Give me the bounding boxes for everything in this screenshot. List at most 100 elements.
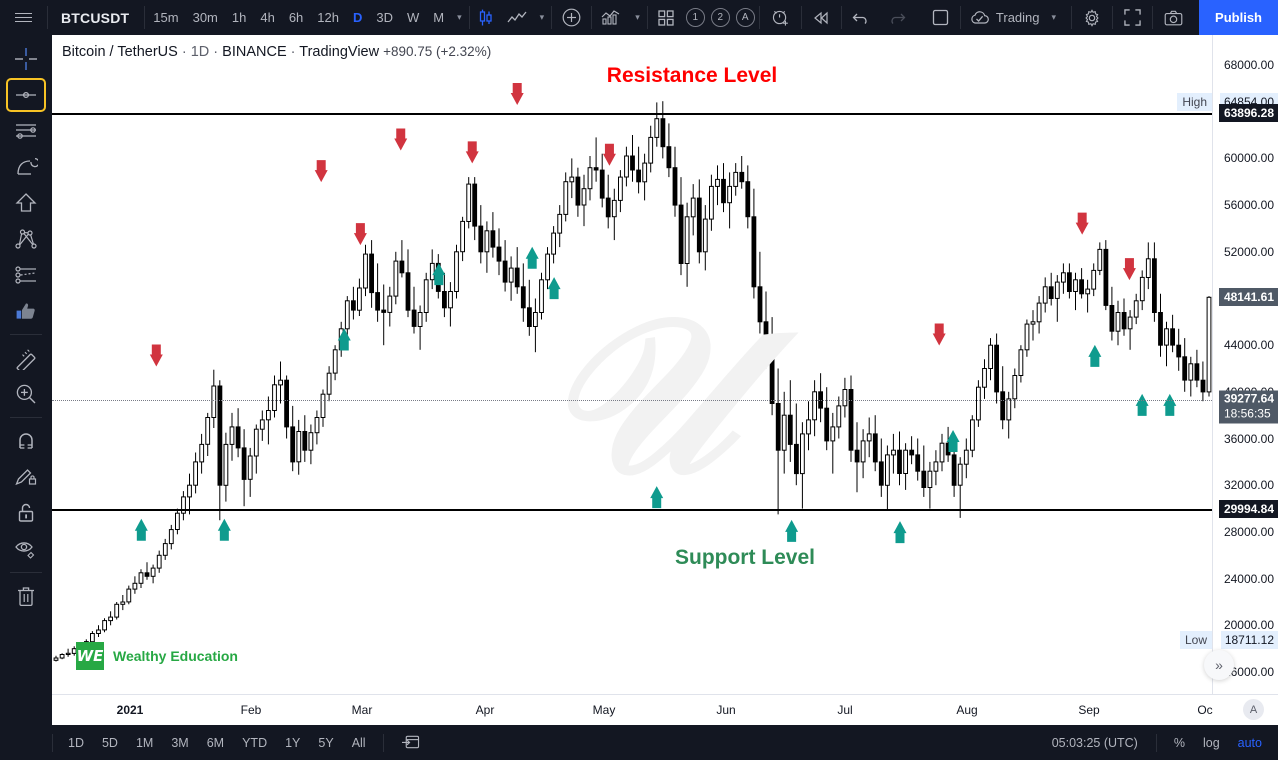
scroll-to-realtime-icon[interactable]: »	[1204, 650, 1234, 680]
range-1d[interactable]: 1D	[59, 736, 93, 750]
timeframe-1d[interactable]: D	[346, 10, 369, 25]
trading-chevron-down-icon[interactable]: ▾	[1046, 12, 1063, 23]
hide-drawings-icon[interactable]	[6, 532, 46, 566]
time-tick: Mar	[351, 703, 373, 717]
publish-button[interactable]: Publish	[1199, 0, 1278, 35]
lock-icon[interactable]	[6, 496, 46, 530]
high-badge: High	[1177, 92, 1212, 111]
toolbar-divider	[382, 733, 384, 752]
resistance-level-line[interactable]	[52, 112, 1212, 115]
measure-ruler-icon[interactable]	[6, 341, 46, 375]
toolbar-divider	[144, 6, 146, 29]
crosshair-price-line	[52, 400, 1212, 402]
toolbar-divider	[1071, 6, 1073, 29]
magnet-icon[interactable]	[6, 424, 46, 458]
resistance-annotation: Resistance Level	[606, 64, 778, 87]
hamburger-icon[interactable]	[0, 10, 46, 25]
indicators-chevron-down-icon[interactable]: ▾	[629, 12, 646, 23]
range-1y[interactable]: 1Y	[276, 736, 309, 750]
toolbar-divider	[10, 572, 42, 573]
scale-log[interactable]: log	[1194, 736, 1229, 750]
last-price-tag[interactable]: 48141.61	[1218, 287, 1278, 306]
arrow-up-shape-icon[interactable]	[6, 186, 46, 220]
price-tick: 52000.00	[1223, 244, 1274, 259]
brand-watermark: WE Wealthy Education	[76, 642, 238, 670]
date-range-icon[interactable]	[392, 733, 429, 753]
candlestick-chart-icon[interactable]	[471, 9, 500, 27]
timeframe-4h[interactable]: 4h	[253, 10, 281, 25]
pitchfork-icon[interactable]	[6, 150, 46, 184]
toolbar-divider	[591, 6, 593, 29]
resistance-price-tag[interactable]: 63896.28	[1218, 103, 1278, 122]
timeframe-1w[interactable]: W	[400, 10, 426, 25]
timeframe-6h[interactable]: 6h	[282, 10, 310, 25]
price-tick: 24000.00	[1223, 571, 1274, 586]
alert-badge[interactable]: A	[1243, 699, 1264, 720]
toolbar-divider	[10, 417, 42, 418]
time-tick: May	[592, 703, 616, 717]
scale-auto[interactable]: auto	[1229, 736, 1278, 750]
timeframe-30m[interactable]: 30m	[186, 10, 225, 25]
time-tick: Aug	[956, 703, 978, 717]
support-level-line[interactable]	[52, 508, 1212, 511]
camera-snapshot-icon[interactable]	[1154, 10, 1193, 26]
layout-preset-2[interactable]: 2	[710, 8, 730, 27]
forecast-icon[interactable]	[6, 258, 46, 292]
horizontal-lines-icon[interactable]	[6, 114, 46, 148]
trading-panel-button[interactable]: Trading ▾	[962, 10, 1070, 26]
alarm-add-icon[interactable]	[761, 8, 800, 27]
layout-grid-icon[interactable]	[649, 9, 683, 26]
legend-exchange: BINANCE	[222, 44, 287, 60]
layout-preset-1[interactable]: 1	[685, 8, 705, 27]
range-ytd[interactable]: YTD	[233, 736, 276, 750]
thumbs-up-icon[interactable]	[6, 294, 46, 328]
range-5d[interactable]: 5D	[93, 736, 127, 750]
range-all[interactable]: All	[343, 736, 375, 750]
redo-icon[interactable]	[879, 11, 915, 25]
timeframe-1h[interactable]: 1h	[225, 10, 253, 25]
chart-area[interactable]: 𝒰 Bitcoin / TetherUS · 1D · BINANCE · Tr…	[52, 35, 1278, 725]
toolbar-divider	[758, 6, 760, 29]
fullscreen-icon[interactable]	[1114, 9, 1151, 26]
price-axis[interactable]: 68000.00 60000.00 56000.00 52000.00 44000.00…	[1212, 35, 1278, 725]
time-axis[interactable]: 2021 Feb Mar Apr May Jun Jul Aug Sep Oc A	[52, 694, 1278, 725]
price-tick: 20000.00	[1223, 618, 1274, 633]
timeframe-15m[interactable]: 15m	[146, 10, 185, 25]
price-tick: 28000.00	[1223, 524, 1274, 539]
toolbar-divider	[1112, 6, 1114, 29]
range-3m[interactable]: 3M	[162, 736, 197, 750]
support-price-tag[interactable]: 29994.84	[1218, 499, 1278, 518]
add-indicator-icon[interactable]	[553, 8, 590, 27]
layout-preset-a[interactable]: A	[735, 8, 755, 27]
indicators-bars-icon[interactable]	[593, 9, 629, 27]
gann-fan-icon[interactable]	[6, 222, 46, 256]
range-5y[interactable]: 5Y	[309, 736, 342, 750]
scale-percent[interactable]: %	[1165, 736, 1194, 750]
legend-symbol[interactable]: Bitcoin / TetherUS	[62, 44, 178, 60]
trend-line-icon[interactable]	[6, 78, 46, 112]
panel-layout-icon[interactable]	[922, 9, 959, 26]
zoom-in-icon[interactable]	[6, 377, 46, 411]
price-tick: 60000.00	[1223, 151, 1274, 166]
timeframe-1m[interactable]: M	[426, 10, 451, 25]
replay-rewind-icon[interactable]	[803, 11, 840, 25]
timeframe-chevron-down-icon[interactable]: ▾	[451, 12, 468, 23]
timeframe-3d[interactable]: 3D	[369, 10, 400, 25]
timeframe-12h[interactable]: 12h	[310, 10, 346, 25]
trash-icon[interactable]	[6, 579, 46, 613]
crosshair-price-tag: 39277.64 18:56:35	[1218, 390, 1278, 424]
price-tick: 44000.00	[1223, 338, 1274, 353]
line-chart-icon[interactable]	[500, 11, 534, 25]
cross-cursor-icon[interactable]	[6, 42, 46, 76]
gear-icon[interactable]	[1073, 8, 1111, 27]
support-annotation: Support Level	[674, 546, 816, 569]
undo-icon[interactable]	[843, 11, 879, 25]
draw-lock-icon[interactable]	[6, 460, 46, 494]
symbol-search-button[interactable]: BTCUSDT	[49, 10, 143, 26]
chart-type-chevron-down-icon[interactable]: ▾	[534, 12, 551, 23]
range-1m[interactable]: 1M	[127, 736, 162, 750]
toolbar-divider	[840, 6, 842, 29]
range-6m[interactable]: 6M	[198, 736, 233, 750]
price-tick: 68000.00	[1223, 58, 1274, 72]
candlestick-series	[53, 83, 1212, 662]
